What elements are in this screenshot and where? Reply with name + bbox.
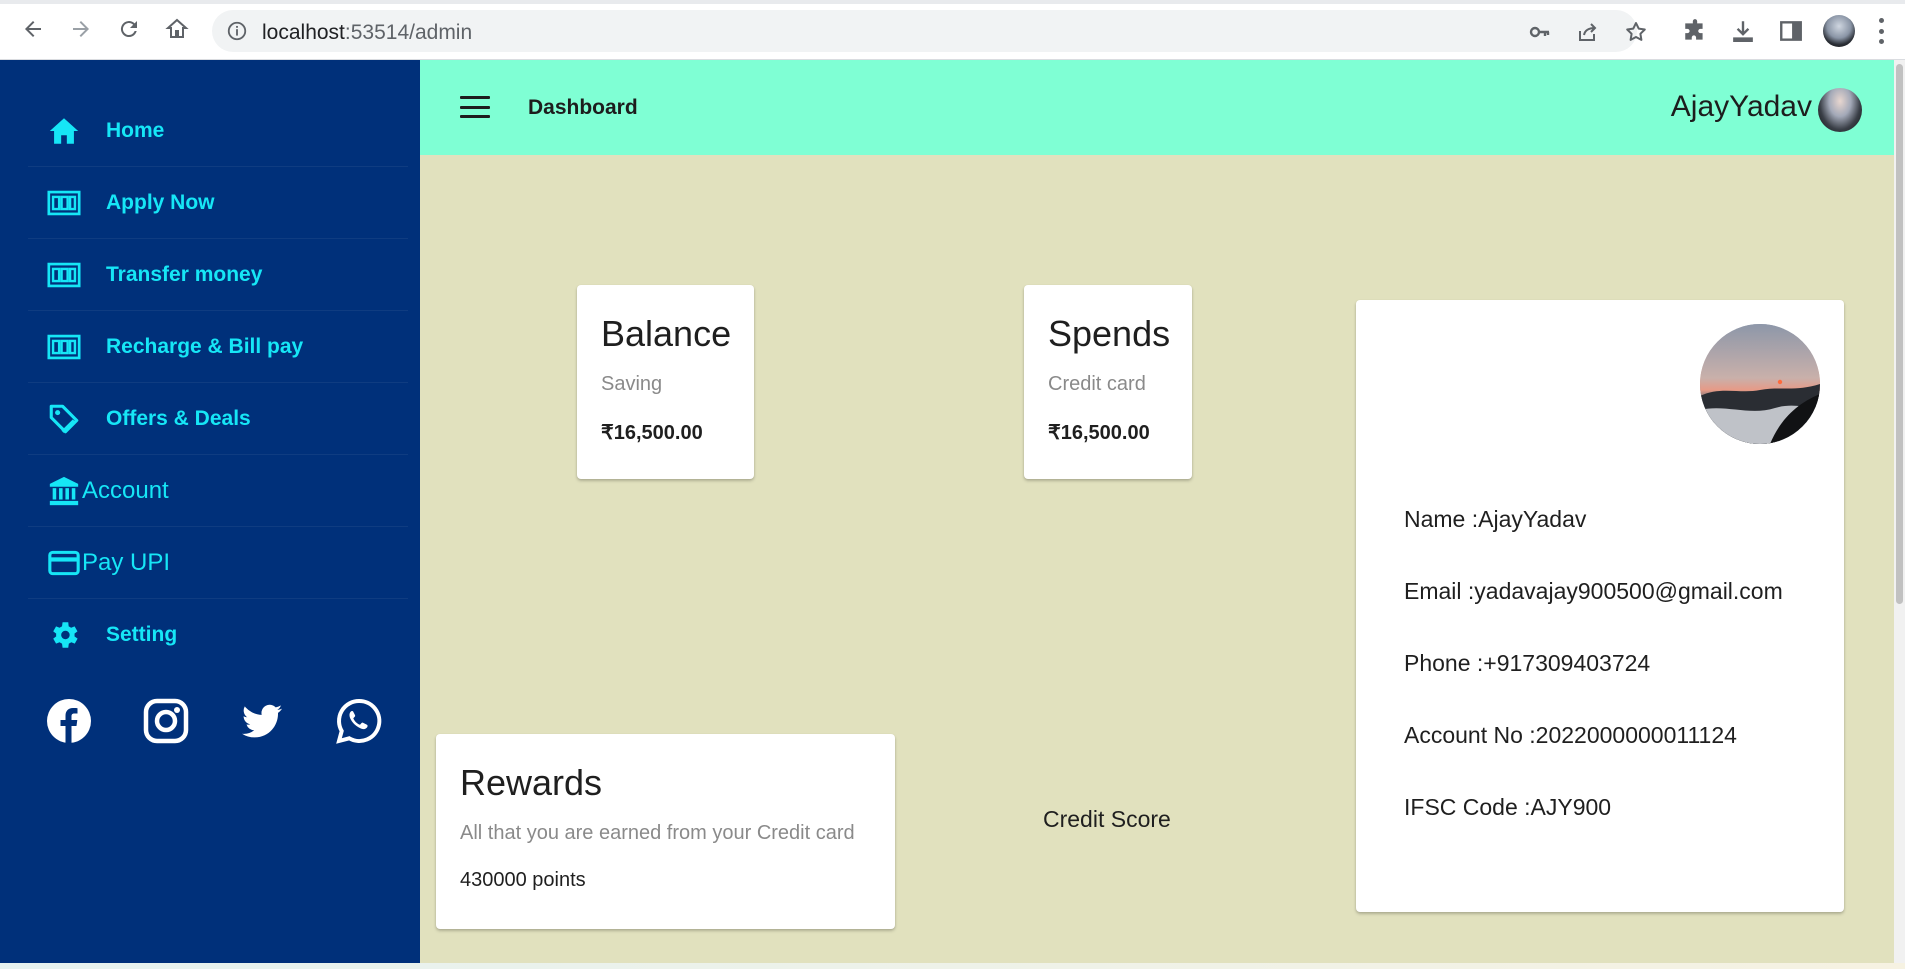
forward-button[interactable] bbox=[66, 14, 96, 44]
card-value: 430000 points bbox=[460, 869, 586, 891]
card-title: Rewards bbox=[460, 762, 603, 803]
whatsapp-icon[interactable] bbox=[334, 696, 384, 746]
card-value: ₹16,500.00 bbox=[1048, 422, 1150, 444]
card-title: Balance bbox=[601, 313, 732, 354]
sidebar-item-label: Account bbox=[82, 476, 169, 504]
card-subtitle: Saving bbox=[601, 373, 663, 395]
instagram-icon[interactable] bbox=[141, 696, 191, 746]
back-arrow-icon bbox=[25, 21, 41, 37]
home-icon bbox=[46, 113, 82, 149]
sidebar-item-label: Setting bbox=[106, 623, 178, 646]
facebook-icon[interactable] bbox=[44, 696, 94, 746]
url-text: localhost:53514/admin bbox=[262, 21, 472, 45]
reload-icon bbox=[120, 21, 137, 38]
sidebar-item-home[interactable]: Home bbox=[28, 95, 408, 167]
sidebar-item-recharge-bill-pay[interactable]: Recharge & Bill pay bbox=[28, 311, 408, 383]
url-port-path: :53514/admin bbox=[344, 21, 473, 44]
profile-email: Email :yadavajay900500@gmail.com bbox=[1404, 578, 1783, 604]
sidebar-item-setting[interactable]: Setting bbox=[28, 599, 408, 671]
sidebar-item-apply-now[interactable]: Apply Now bbox=[28, 167, 408, 239]
grid-icon bbox=[46, 185, 82, 221]
extensions-puzzle-icon[interactable] bbox=[1682, 18, 1708, 44]
balance-card[interactable]: Balance Saving ₹16,500.00 bbox=[577, 285, 754, 479]
credit-card-icon bbox=[46, 545, 82, 581]
sidebar-item-transfer-money[interactable]: Transfer money bbox=[28, 239, 408, 311]
sidebar-item-label: Apply Now bbox=[106, 190, 215, 214]
bookmark-star-icon[interactable] bbox=[1624, 20, 1648, 44]
profile-card: Name :AjayYadav Email :yadavajay900500@g… bbox=[1356, 300, 1844, 912]
bottom-edge bbox=[0, 963, 1905, 969]
sidebar-item-label: Offers & Deals bbox=[106, 406, 251, 430]
key-icon[interactable] bbox=[1528, 20, 1552, 44]
sidebar-item-account[interactable]: Account bbox=[28, 455, 408, 527]
profile-phone: Phone :+917309403724 bbox=[1404, 650, 1651, 676]
credit-score-label: Credit Score bbox=[1043, 806, 1171, 832]
bank-icon bbox=[46, 473, 82, 509]
browser-profile-avatar[interactable] bbox=[1823, 15, 1855, 47]
profile-name: Name :AjayYadav bbox=[1404, 506, 1587, 532]
scrollbar-thumb[interactable] bbox=[1896, 64, 1903, 604]
user-name[interactable]: AjayYadav bbox=[1671, 90, 1812, 124]
tab-strip-edge bbox=[0, 0, 1905, 4]
share-icon[interactable] bbox=[1576, 20, 1600, 44]
card-subtitle: All that you are earned from your Credit… bbox=[460, 822, 855, 844]
browser-toolbar: localhost:53514/admin bbox=[0, 0, 1905, 60]
social-links bbox=[44, 696, 384, 756]
page-title: Dashboard bbox=[528, 96, 638, 119]
landscape-photo bbox=[1700, 324, 1820, 444]
profile-ifsc: IFSC Code :AJY900 bbox=[1404, 794, 1612, 820]
spends-card[interactable]: Spends Credit card ₹16,500.00 bbox=[1024, 285, 1192, 479]
sidebar-item-label: Pay UPI bbox=[82, 548, 171, 576]
reload-button[interactable] bbox=[114, 14, 144, 44]
gear-icon bbox=[46, 617, 82, 653]
profile-avatar bbox=[1700, 324, 1820, 444]
home-outline-icon bbox=[165, 18, 189, 38]
tag-icon bbox=[46, 401, 82, 437]
info-icon[interactable] bbox=[226, 20, 248, 42]
card-subtitle: Credit card bbox=[1048, 373, 1146, 395]
browser-menu-icon[interactable] bbox=[1878, 18, 1884, 44]
grid-icon bbox=[46, 329, 82, 365]
sidebar-item-offers-deals[interactable]: Offers & Deals bbox=[28, 383, 408, 455]
side-panel-icon[interactable] bbox=[1778, 18, 1804, 44]
download-icon[interactable] bbox=[1730, 18, 1756, 44]
address-bar[interactable]: localhost:53514/admin bbox=[212, 10, 1646, 52]
avatar[interactable] bbox=[1818, 88, 1862, 132]
profile-account-number: Account No :2022000000011124 bbox=[1404, 722, 1737, 748]
grid-icon bbox=[46, 257, 82, 293]
forward-arrow-icon bbox=[73, 21, 89, 37]
home-button[interactable] bbox=[162, 14, 192, 44]
card-value: ₹16,500.00 bbox=[601, 422, 703, 444]
sidebar-item-label: Home bbox=[106, 118, 165, 142]
twitter-icon[interactable] bbox=[237, 696, 287, 746]
rewards-card[interactable]: Rewards All that you are earned from you… bbox=[436, 734, 895, 929]
card-title: Spends bbox=[1048, 313, 1171, 354]
sidebar-item-pay-upi[interactable]: Pay UPI bbox=[28, 527, 408, 599]
menu-icon[interactable] bbox=[460, 96, 490, 118]
back-button[interactable] bbox=[18, 14, 48, 44]
sidebar-item-label: Transfer money bbox=[106, 262, 263, 286]
url-host: localhost bbox=[262, 21, 345, 44]
top-app-bar: Dashboard AjayYadav bbox=[420, 60, 1894, 155]
sidebar-item-label: Recharge & Bill pay bbox=[106, 334, 304, 358]
sidebar: Home Apply Now Transfer money Recharge &… bbox=[0, 60, 420, 963]
